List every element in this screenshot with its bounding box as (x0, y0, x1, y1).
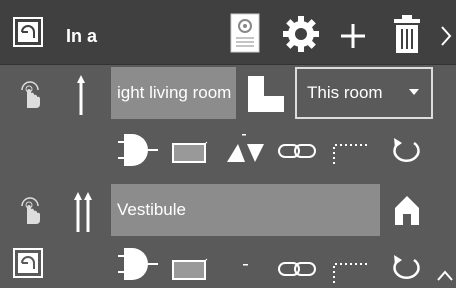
gear-icon[interactable] (282, 15, 320, 53)
room-select-value: This room (307, 83, 383, 102)
pointing-hand-icon[interactable] (18, 80, 44, 110)
room-name-field[interactable]: Vestibule (111, 184, 380, 236)
box-icon[interactable] (172, 258, 208, 280)
cycle-icon[interactable] (386, 254, 424, 284)
plus-icon[interactable] (341, 24, 365, 48)
dropdown-caret-icon (409, 89, 419, 95)
link-icon[interactable] (278, 261, 316, 277)
house-icon[interactable] (392, 194, 422, 226)
dotted-corner-icon[interactable] (332, 137, 370, 165)
and-gate-icon[interactable] (118, 246, 158, 282)
chevron-right-icon[interactable] (440, 25, 452, 47)
trash-icon[interactable] (392, 15, 422, 53)
room-name-field[interactable]: ight living room (111, 67, 236, 119)
dot-icon[interactable] (243, 264, 249, 267)
dotted-corner-icon[interactable] (332, 256, 370, 284)
room-icon[interactable] (13, 248, 43, 278)
link-icon[interactable] (278, 143, 316, 159)
room-icon[interactable] (13, 17, 43, 47)
pointing-hand-icon[interactable] (18, 196, 44, 226)
page-title: In a (66, 26, 98, 46)
double-arrow-up-icon[interactable] (74, 192, 92, 232)
divider (0, 64, 456, 65)
and-gate-icon[interactable] (118, 132, 158, 168)
triangles-icon[interactable] (227, 134, 265, 164)
document-gear-icon[interactable] (230, 13, 260, 53)
chevron-up-icon[interactable] (436, 270, 454, 282)
single-arrow-up-icon[interactable] (76, 75, 86, 115)
cycle-icon[interactable] (386, 137, 424, 167)
l-shape-room-icon[interactable] (248, 76, 284, 112)
room-select[interactable]: This room (295, 67, 433, 119)
box-icon[interactable] (172, 141, 208, 163)
